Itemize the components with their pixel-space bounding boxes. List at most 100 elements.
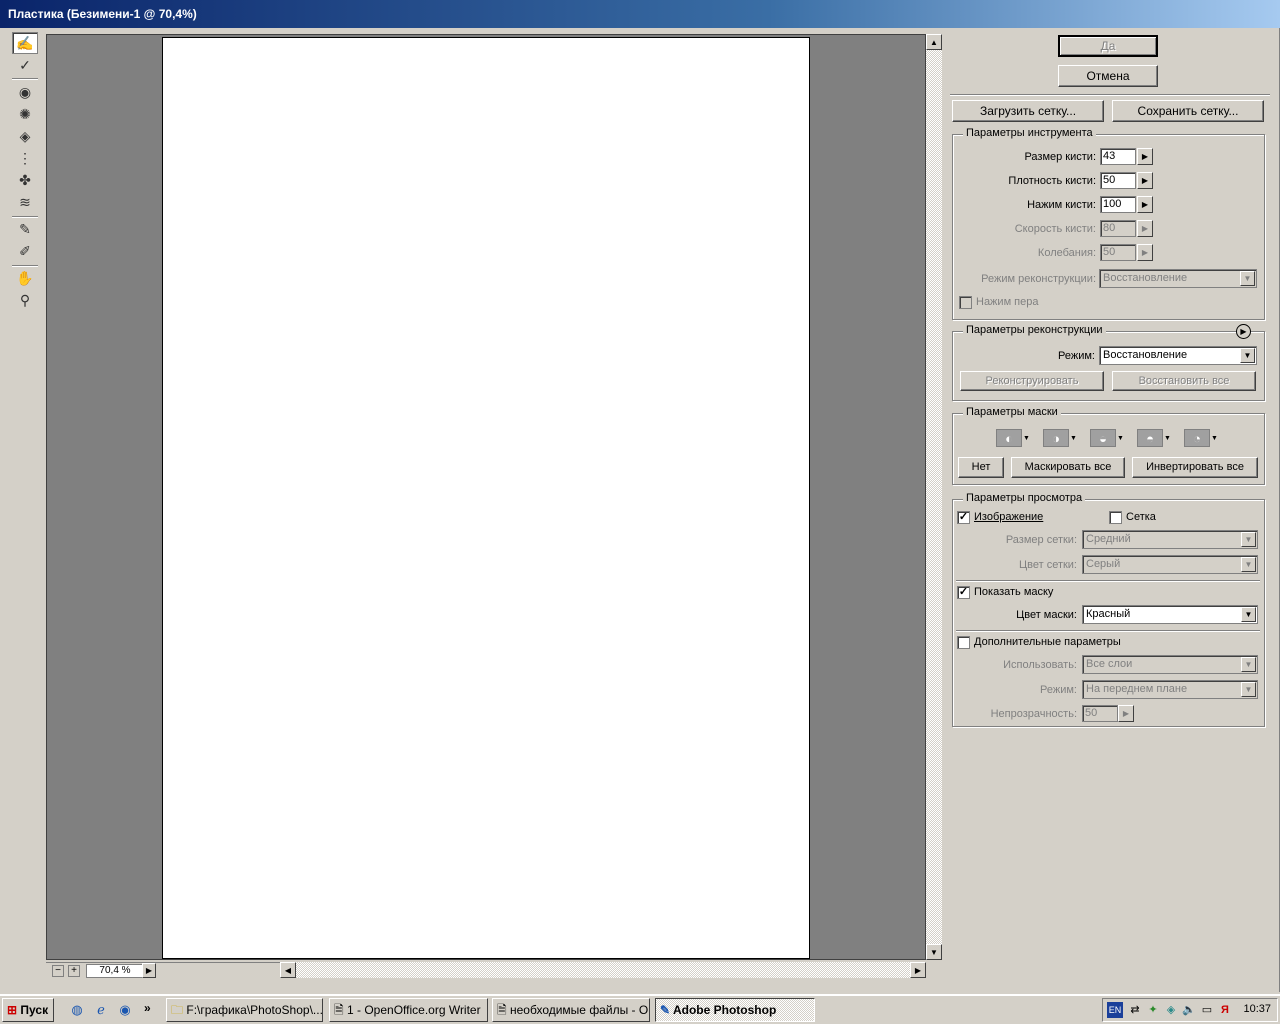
folder-icon: 🗀 — [171, 1003, 184, 1017]
reconstruct-mode-label: Режим реконструкции: — [981, 273, 1096, 285]
scroll-up-button[interactable]: ▲ — [926, 34, 942, 50]
reconstruct-menu-arrow-icon[interactable]: ▶ — [1236, 324, 1251, 339]
mask-subtract-icon: ◒ — [1090, 429, 1116, 447]
mask-all-button[interactable]: Маскировать все — [1011, 457, 1125, 478]
start-button[interactable]: ⊞ Пуск — [2, 998, 54, 1022]
network-icon[interactable]: ⇄ — [1127, 1002, 1143, 1018]
taskbar: ⊞ Пуск ◍ ℯ ◉ » 🗀 F:\графика\PhotoShop\..… — [0, 994, 1280, 1024]
show-backdrop-label: Дополнительные параметры — [974, 636, 1121, 648]
taskbar-item-photoshop[interactable]: ✎ Adobe Photoshop — [655, 998, 815, 1022]
language-indicator[interactable]: EN — [1107, 1002, 1123, 1018]
ok-button[interactable]: Да — [1058, 35, 1158, 57]
internet-explorer-icon[interactable]: ℯ — [92, 1001, 110, 1019]
mask-replace-button[interactable]: ◐ ▼ — [996, 428, 1030, 448]
show-image-label: Изображение — [974, 511, 1044, 523]
show-backdrop-checkbox[interactable] — [957, 636, 970, 649]
media-player-icon[interactable]: ◉ — [116, 1001, 134, 1019]
push-left-tool-icon[interactable]: ⋮ — [12, 147, 38, 169]
invert-all-button[interactable]: Инвертировать все — [1132, 457, 1258, 478]
brush-pressure-arrow-icon[interactable]: ▶ — [1137, 196, 1153, 213]
mesh-size-label: Размер сетки: — [1005, 534, 1077, 546]
scroll-down-button[interactable]: ▼ — [926, 944, 942, 960]
brush-rate-arrow-icon[interactable]: ▶ — [1137, 220, 1153, 237]
stylus-pressure-checkbox[interactable] — [959, 296, 972, 309]
mirror-tool-icon[interactable]: ✤ — [12, 169, 38, 191]
tool-palette: ✍ ✓ ◉ ✺ ◈ ⋮ ✤ ≋ ✎ ✐ ✋ ⚲ — [8, 30, 42, 320]
zoom-in-button[interactable]: + — [68, 965, 80, 977]
cancel-button[interactable]: Отмена — [1058, 65, 1158, 87]
vertical-scrollbar[interactable]: ▲ ▼ — [926, 34, 942, 960]
chevron-down-icon: ▼ — [1211, 434, 1218, 442]
backdrop-mode-select[interactable]: На переднем плане ▼ — [1082, 680, 1258, 699]
zoom-menu-arrow-icon[interactable]: ▶ — [142, 963, 156, 978]
brush-pressure-field[interactable]: 100 — [1100, 196, 1136, 213]
taskbar-item-writer[interactable]: 🗎 1 - OpenOffice.org Writer — [329, 998, 488, 1022]
chevron-down-icon: ▼ — [1241, 532, 1256, 547]
yandex-icon[interactable]: Я — [1217, 1002, 1233, 1018]
twirl-tool-icon[interactable]: ◉ — [12, 81, 38, 103]
load-mesh-button[interactable]: Загрузить сетку... — [952, 100, 1104, 122]
taskbar-item-folder[interactable]: 🗎 необходимые файлы - О... — [492, 998, 650, 1022]
brush-size-arrow-icon[interactable]: ▶ — [1137, 148, 1153, 165]
quicklaunch-more[interactable]: » — [144, 1001, 151, 1015]
pucker-tool-icon[interactable]: ✺ — [12, 103, 38, 125]
mask-subtract-button[interactable]: ◒ ▼ — [1090, 428, 1124, 448]
volume-icon[interactable]: 🔈 — [1181, 1002, 1197, 1018]
reconstruct-mode-value-2: Восстановление — [1103, 349, 1188, 361]
mask-invert-button[interactable]: ◔ ▼ — [1184, 428, 1218, 448]
reconstruct-mode-select-2[interactable]: Восстановление ▼ — [1099, 346, 1257, 365]
show-desktop-icon[interactable]: ◍ — [68, 1001, 86, 1019]
opacity-field[interactable]: 50 — [1082, 705, 1118, 722]
brush-density-arrow-icon[interactable]: ▶ — [1137, 172, 1153, 189]
mask-invert-icon: ◔ — [1184, 429, 1210, 447]
thaw-mask-tool-icon[interactable]: ✐ — [12, 240, 38, 262]
use-value: Все слои — [1086, 658, 1133, 670]
turbulent-jitter-arrow-icon[interactable]: ▶ — [1137, 244, 1153, 261]
zoom-out-button[interactable]: − — [52, 965, 64, 977]
opacity-label: Непрозрачность: — [990, 708, 1077, 720]
turbulence-tool-icon[interactable]: ≋ — [12, 191, 38, 213]
stylus-pressure-label: Нажим пера — [976, 296, 1039, 308]
mask-add-button[interactable]: ◑ ▼ — [1043, 428, 1077, 448]
mesh-color-label: Цвет сетки: — [1018, 559, 1077, 571]
reconstruct-mode-select[interactable]: Восстановление ▼ — [1099, 269, 1257, 288]
mask-none-button[interactable]: Нет — [958, 457, 1004, 478]
show-mask-checkbox[interactable]: ✓ — [957, 586, 970, 599]
brush-density-field[interactable]: 50 — [1100, 172, 1136, 189]
monitor-icon[interactable]: ▭ — [1199, 1002, 1215, 1018]
zoom-field[interactable]: 70,4 % — [86, 964, 144, 978]
chevron-down-icon: ▼ — [1241, 557, 1256, 572]
mask-intersect-button[interactable]: ◓ ▼ — [1137, 428, 1171, 448]
scroll-right-button[interactable]: ▶ — [910, 962, 926, 978]
save-mesh-button[interactable]: Сохранить сетку... — [1112, 100, 1264, 122]
document-page[interactable] — [162, 37, 810, 959]
taskbar-item-explorer[interactable]: 🗀 F:\графика\PhotoShop\... — [166, 998, 323, 1022]
mesh-color-select[interactable]: Серый ▼ — [1082, 555, 1258, 574]
chevron-down-icon: ▼ — [1164, 434, 1171, 442]
reconstruct-button[interactable]: Реконструировать — [960, 371, 1104, 391]
show-image-checkbox[interactable]: ✓ — [957, 511, 970, 524]
mask-color-select[interactable]: Красный ▼ — [1082, 605, 1258, 624]
show-mesh-checkbox[interactable] — [1109, 511, 1122, 524]
antivirus-icon[interactable]: ✦ — [1145, 1002, 1161, 1018]
turbulent-jitter-field[interactable]: 50 — [1100, 244, 1136, 261]
photoshop-icon: ✎ — [660, 1003, 671, 1017]
freeze-mask-tool-icon[interactable]: ✎ — [12, 218, 38, 240]
bloat-tool-icon[interactable]: ◈ — [12, 125, 38, 147]
use-select[interactable]: Все слои ▼ — [1082, 655, 1258, 674]
opacity-arrow-icon[interactable]: ▶ — [1118, 705, 1134, 722]
hand-tool-icon[interactable]: ✋ — [12, 267, 38, 289]
reconstruct-tool-icon[interactable]: ✓ — [12, 54, 38, 76]
sync-icon[interactable]: ◈ — [1163, 1002, 1179, 1018]
title-bar[interactable]: Пластика (Безимени-1 @ 70,4%) — [0, 0, 1280, 28]
brush-size-field[interactable]: 43 — [1100, 148, 1136, 165]
forward-warp-tool-icon[interactable]: ✍ — [12, 32, 38, 54]
brush-rate-field[interactable]: 80 — [1100, 220, 1136, 237]
scroll-left-button[interactable]: ◀ — [280, 962, 296, 978]
horizontal-scrollbar[interactable]: ◀ ▶ — [280, 962, 926, 978]
restore-all-button[interactable]: Восстановить все — [1112, 371, 1256, 391]
taskbar-item-label: необходимые файлы - О... — [510, 1003, 650, 1017]
zoom-tool-icon[interactable]: ⚲ — [12, 289, 38, 311]
clock[interactable]: 10:37 — [1243, 1003, 1271, 1015]
mesh-size-select[interactable]: Средний ▼ — [1082, 530, 1258, 549]
